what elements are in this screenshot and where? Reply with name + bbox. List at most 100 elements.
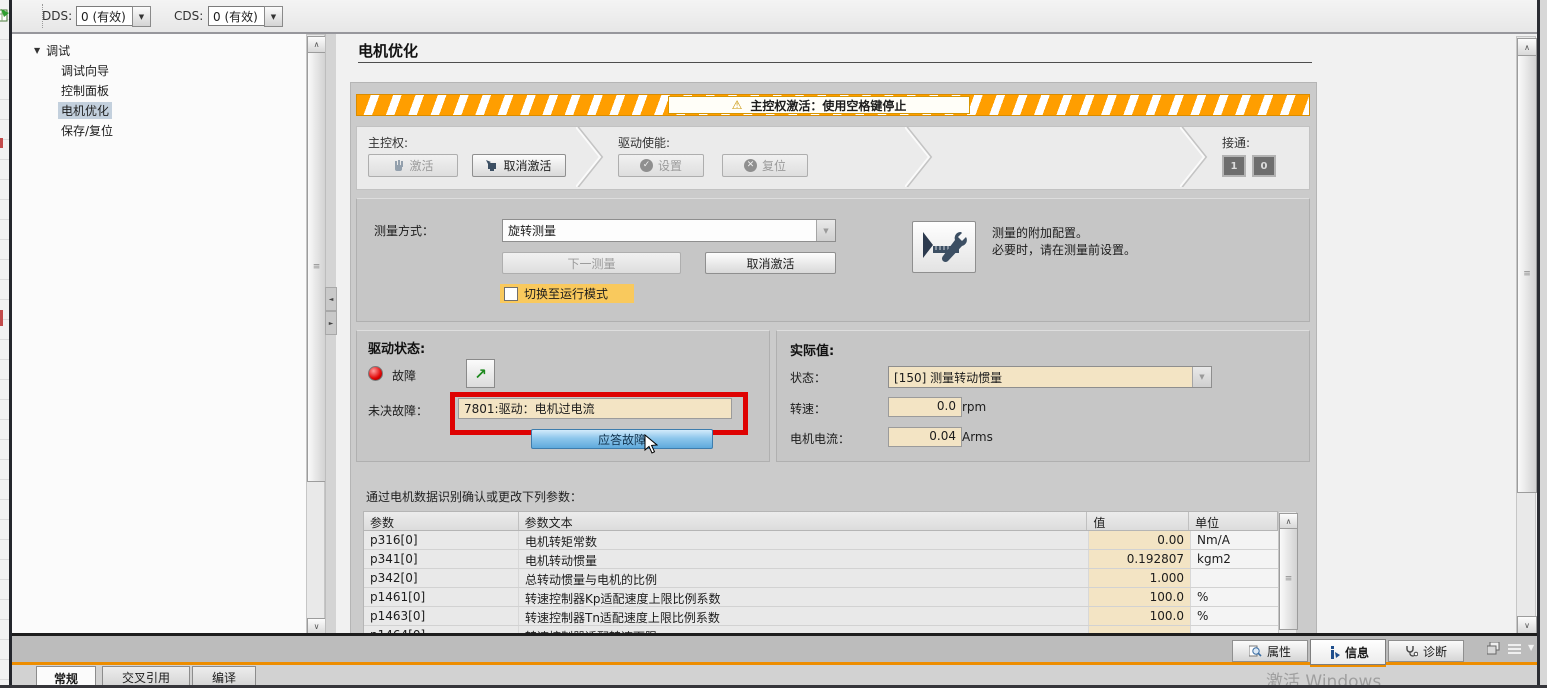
splitter-collapse-left-button[interactable]: ◄ bbox=[325, 287, 337, 311]
checkbox-label: 切换至运行模式 bbox=[524, 285, 608, 302]
header-value[interactable]: 值 bbox=[1087, 512, 1189, 530]
warning-message-box: ⚠ 主控权激活：使用空格键停止 bbox=[668, 96, 970, 114]
app-window: DDS: 0 (有效) ▼ CDS: 0 (有效) ▼ ▼ 调试 调试向导 控制… bbox=[0, 0, 1547, 688]
config-note-line1: 测量的附加配置。 bbox=[992, 224, 1088, 241]
tree-item-debug-wizard[interactable]: 调试向导 bbox=[58, 62, 112, 79]
main-scrollbar-thumb[interactable]: ≡ bbox=[1517, 55, 1537, 493]
list-view-icon[interactable] bbox=[1508, 643, 1521, 654]
value-cell[interactable]: 100.0 bbox=[1089, 607, 1191, 625]
switch-on-0-button[interactable]: 0 bbox=[1252, 155, 1276, 177]
fault-label: 故障 bbox=[392, 367, 416, 384]
switch-on-1-button[interactable]: 1 bbox=[1222, 155, 1246, 177]
measurement-method-select[interactable]: 旋转测量 ▼ bbox=[502, 219, 836, 242]
chevron-separator bbox=[1180, 127, 1210, 187]
acknowledge-fault-button[interactable]: 应答故障 bbox=[531, 429, 713, 449]
tree-item-motor-optimization[interactable]: 电机优化 bbox=[58, 102, 112, 119]
warning-icon: ⚠ bbox=[732, 98, 743, 112]
header-param[interactable]: 参数 bbox=[364, 512, 519, 530]
properties-label: 属性 bbox=[1267, 643, 1291, 660]
drive-status-title: 驱动状态: bbox=[368, 338, 425, 357]
dds-label: DDS: bbox=[42, 9, 72, 23]
warning-text: 主控权激活：使用空格键停止 bbox=[750, 97, 906, 114]
cds-dropdown-button[interactable]: ▼ bbox=[264, 6, 283, 27]
param-text-cell: 电机转矩常数 bbox=[519, 531, 1089, 549]
actual-values-title: 实际值: bbox=[790, 340, 834, 359]
green-arrow-icon: ↗ bbox=[474, 365, 487, 383]
param-table-body: p316[0] 电机转矩常数 0.00 Nm/A p341[0] 电机转动惯量 … bbox=[363, 531, 1280, 634]
value-cell[interactable]: 100.0 bbox=[1089, 588, 1191, 606]
param-cell: p316[0] bbox=[364, 531, 519, 549]
motor-current-field[interactable]: 0.04 bbox=[888, 427, 962, 447]
value-cell[interactable]: 1.000 bbox=[1089, 569, 1191, 587]
table-scrollbar-thumb[interactable]: ≡ bbox=[1279, 528, 1298, 630]
properties-button[interactable]: 属性 bbox=[1232, 640, 1308, 662]
state-value: [150] 测量转动惯量 bbox=[889, 367, 1192, 387]
navigation-tree bbox=[12, 34, 306, 635]
speed-field[interactable]: 0.0 bbox=[888, 397, 962, 417]
measurement-config-button[interactable] bbox=[912, 221, 976, 273]
pending-fault-label: 未决故障： bbox=[368, 402, 428, 419]
dds-dropdown-button[interactable]: ▼ bbox=[132, 6, 151, 27]
tree-item-save-reset[interactable]: 保存/复位 bbox=[58, 122, 116, 139]
state-label: 状态： bbox=[790, 369, 826, 386]
speed-label: 转速： bbox=[790, 400, 826, 417]
chevron-down-icon: ▼ bbox=[816, 220, 835, 241]
param-cell: p1463[0] bbox=[364, 607, 519, 625]
drive-enable-reset-button[interactable]: ✕ 复位 bbox=[722, 154, 808, 177]
cds-select[interactable]: 0 (有效) bbox=[208, 6, 268, 26]
value-cell[interactable]: 0.00 bbox=[1089, 531, 1191, 549]
cds-label: CDS: bbox=[174, 9, 203, 23]
splitter-collapse-right-button[interactable]: ► bbox=[325, 311, 337, 335]
next-measurement-button[interactable]: 下一测量 bbox=[502, 252, 681, 274]
param-cell: p341[0] bbox=[364, 550, 519, 568]
title-underline bbox=[358, 62, 1312, 63]
diagnostics-button[interactable]: 诊断 bbox=[1388, 640, 1464, 662]
tree-item-control-panel[interactable]: 控制面板 bbox=[58, 82, 112, 99]
info-label: 信息 bbox=[1345, 644, 1369, 661]
table-scroll-up-button[interactable]: ∧ bbox=[1279, 513, 1298, 529]
value-cell[interactable]: 0.192807 bbox=[1089, 550, 1191, 568]
stethoscope-icon bbox=[1405, 645, 1418, 658]
main-scroll-up-button[interactable]: ∧ bbox=[1517, 38, 1537, 56]
cross-circle-icon: ✕ bbox=[744, 159, 757, 172]
tree-item-debug[interactable]: ▼ 调试 bbox=[34, 42, 70, 59]
state-select[interactable]: [150] 测量转动惯量 ▼ bbox=[888, 366, 1212, 388]
chevron-separator bbox=[905, 127, 935, 187]
info-button[interactable]: 信息 bbox=[1310, 639, 1386, 665]
drive-enable-set-button[interactable]: ✓ 设置 bbox=[618, 154, 704, 177]
check-circle-icon: ✓ bbox=[640, 159, 653, 172]
deactivate-master-control-button[interactable]: 取消激活 bbox=[472, 154, 566, 177]
set-label: 设置 bbox=[658, 157, 682, 174]
drive-enable-label: 驱动使能: bbox=[618, 134, 670, 151]
collapse-arrow-icon[interactable]: ▼ bbox=[34, 46, 40, 55]
more-options-caret-icon[interactable]: ▼ bbox=[1528, 643, 1534, 652]
table-row: p341[0] 电机转动惯量 0.192807 kgm2 bbox=[364, 550, 1279, 569]
device-icon bbox=[486, 160, 498, 172]
mouse-cursor bbox=[644, 434, 658, 454]
chevron-down-icon: ▼ bbox=[1192, 367, 1211, 387]
param-cell: p1461[0] bbox=[364, 588, 519, 606]
unit-cell: % bbox=[1191, 588, 1279, 606]
cancel-activation-button[interactable]: 取消激活 bbox=[705, 252, 836, 274]
tree-scroll-up-button[interactable]: ∧ bbox=[307, 36, 326, 53]
activate-label: 激活 bbox=[409, 157, 433, 174]
switch-to-run-mode-option[interactable]: 切换至运行模式 bbox=[500, 284, 634, 303]
unit-cell: % bbox=[1191, 607, 1279, 625]
param-cell: p342[0] bbox=[364, 569, 519, 587]
checkbox[interactable] bbox=[504, 287, 518, 301]
dds-select[interactable]: 0 (有效) bbox=[76, 6, 136, 26]
actual-values-section bbox=[776, 330, 1310, 462]
unit-cell bbox=[1191, 569, 1279, 587]
activate-master-control-button[interactable]: 激活 bbox=[368, 154, 458, 177]
chevron-separator bbox=[576, 127, 606, 187]
header-param-text[interactable]: 参数文本 bbox=[519, 512, 1088, 530]
cascade-windows-icon[interactable] bbox=[1487, 642, 1501, 655]
header-unit[interactable]: 单位 bbox=[1189, 512, 1277, 530]
jump-to-fault-button[interactable]: ↗ bbox=[466, 359, 495, 388]
main-scroll-down-button[interactable]: ∨ bbox=[1517, 616, 1537, 634]
tree-scrollbar-thumb[interactable]: ≡ bbox=[307, 52, 326, 482]
param-text-cell: 总转动惯量与电机的比例 bbox=[519, 569, 1089, 587]
param-table-header: 参数 参数文本 值 单位 bbox=[363, 511, 1278, 531]
param-text-cell: 电机转动惯量 bbox=[519, 550, 1089, 568]
config-note-line2: 必要时，请在测量前设置。 bbox=[992, 241, 1136, 258]
